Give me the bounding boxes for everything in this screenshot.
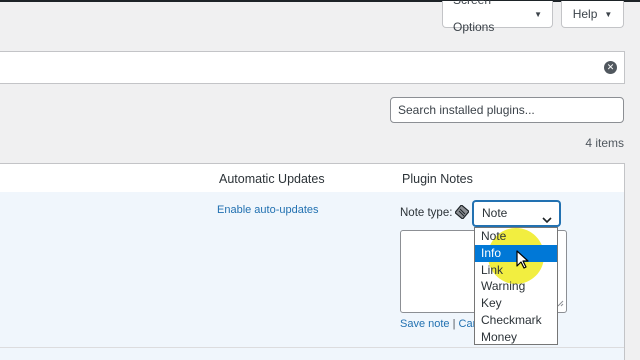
mouse-cursor-icon — [516, 250, 530, 273]
row-divider — [0, 347, 624, 348]
column-plugin-notes: Plugin Notes — [402, 172, 473, 186]
action-separator: | — [452, 318, 456, 330]
help-label: Help — [572, 6, 598, 21]
save-note-link[interactable]: Save note — [400, 318, 450, 330]
note-type-dropdown-list[interactable]: Note Info Link Warning Key Checkmark Money — [474, 227, 558, 345]
screen-options-button[interactable]: Screen Options ▼ — [442, 0, 553, 34]
items-count: 4 items — [585, 136, 624, 150]
caret-down-icon: ▼ — [534, 9, 542, 19]
note-type-selected-value: Note — [482, 206, 508, 220]
dropdown-option-checkmark[interactable]: Checkmark — [475, 312, 557, 329]
note-icon — [455, 205, 469, 219]
resize-grip-icon[interactable] — [557, 296, 564, 310]
plugin-search-input[interactable] — [390, 97, 624, 123]
dropdown-option-note[interactable]: Note — [475, 228, 557, 245]
note-actions: Save note | Can — [400, 318, 479, 330]
dropdown-option-money[interactable]: Money — [475, 329, 557, 346]
note-type-select[interactable]: Note — [473, 201, 560, 226]
enable-auto-updates-link[interactable]: Enable auto-updates — [217, 204, 319, 216]
column-automatic-updates: Automatic Updates — [219, 172, 325, 186]
dropdown-option-key[interactable]: Key — [475, 295, 557, 312]
caret-down-icon: ▼ — [604, 9, 613, 19]
screen-options-label: Screen Options — [453, 0, 495, 34]
dropdown-option-warning[interactable]: Warning — [475, 278, 557, 295]
help-button[interactable]: Help ▼ — [561, 1, 624, 28]
plugins-table-header: Automatic Updates Plugin Notes — [0, 163, 625, 193]
dismiss-icon[interactable]: ✕ — [604, 61, 617, 74]
note-type-label: Note type: — [400, 207, 453, 219]
admin-notice: ✕ — [0, 51, 625, 84]
